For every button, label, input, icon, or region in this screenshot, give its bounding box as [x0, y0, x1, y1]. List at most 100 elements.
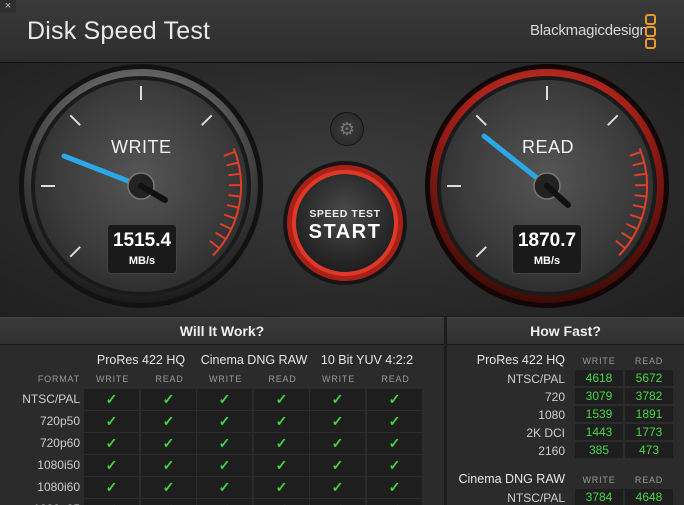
write-column-header: WRITE [582, 475, 616, 485]
read-column-header: READ [634, 356, 664, 366]
how-fast-table: ProRes 422 HQ WRITE READ NTSC/PAL 4618 5672 72… [447, 345, 684, 505]
settings-button[interactable]: ⚙ [330, 112, 364, 146]
check-icon: ✓ [310, 501, 365, 505]
read-column-header: READ [634, 475, 664, 485]
read-fps-cell: 5672 [625, 370, 673, 386]
check-icon: ✓ [388, 457, 401, 473]
table-cell: ✓ [367, 477, 422, 498]
table-cell: ✓ [197, 433, 252, 454]
table-cell: ✓ [254, 389, 309, 410]
read-fps-value: 4648 [635, 490, 663, 504]
check-icon: ✓ [218, 435, 231, 451]
format-label: 1080i50 [37, 458, 80, 472]
table-cell: ✓ [197, 499, 252, 505]
table-cell: ✓ [254, 433, 309, 454]
check-icon: ✓ [84, 501, 139, 505]
how-fast-format-label: 720 [544, 390, 565, 404]
how-fast-format-label: NTSC/PAL [507, 491, 565, 505]
table-cell: ✓ [141, 455, 196, 476]
write-fps-value: 3079 [585, 389, 613, 403]
write-fps-value: 385 [588, 443, 610, 457]
write-speed-unit: MB/s [128, 255, 156, 267]
table-cell: ✓ [84, 411, 139, 432]
write-fps-cell: 1443 [575, 424, 623, 440]
check-icon: ✓ [218, 413, 231, 429]
column-subheader: READ [155, 374, 184, 384]
check-icon: ✓ [162, 457, 175, 473]
format-label: NTSC/PAL [22, 392, 80, 406]
how-fast-title: How Fast? [447, 317, 684, 345]
check-icon: ✓ [275, 413, 288, 429]
check-icon: ✓ [331, 479, 344, 495]
table-cell: ✓ [84, 499, 139, 505]
table-cell: ✓ [367, 411, 422, 432]
table-cell: ✓ [310, 389, 365, 410]
table-cell: ✓ [310, 433, 365, 454]
table-cell: ✓ [84, 433, 139, 454]
format-label: 1080i60 [37, 480, 80, 494]
will-it-work-title: Will It Work? [0, 317, 444, 345]
check-icon: ✓ [162, 413, 175, 429]
write-fps-cell: 3784 [575, 489, 623, 505]
read-fps-cell: 473 [625, 442, 673, 458]
check-icon: ✓ [218, 479, 231, 495]
check-icon: ✓ [254, 501, 309, 505]
check-icon: ✓ [275, 435, 288, 451]
column-subheader: READ [268, 374, 297, 384]
table-cell: ✓ [141, 433, 196, 454]
write-fps-value: 3784 [585, 490, 613, 504]
check-icon: ✓ [162, 391, 175, 407]
gauge-redline-tick [634, 194, 647, 198]
will-it-work-panel: Will It Work? ProRes 422 HQ WRITE READ Cine… [0, 317, 444, 505]
how-fast-section-title: Cinema DNG RAW [458, 472, 566, 486]
check-icon: ✓ [388, 413, 401, 429]
column-subheader: READ [381, 374, 410, 384]
how-fast-panel: How Fast? ProRes 422 HQ WRITE READ NTSC/PAL… [447, 317, 684, 505]
table-cell: ✓ [84, 455, 139, 476]
write-fps-cell: 1539 [575, 406, 623, 422]
check-icon: ✓ [388, 391, 401, 407]
table-cell: ✓ [367, 389, 422, 410]
check-icon: ✓ [105, 391, 118, 407]
table-cell: ✓ [254, 455, 309, 476]
write-gauge-label: WRITE [111, 137, 172, 157]
write-fps-value: 1443 [585, 425, 613, 439]
start-button-label: START [308, 221, 382, 243]
write-fps-cell: 3079 [575, 388, 623, 404]
check-icon: ✓ [331, 413, 344, 429]
read-fps-cell: 1891 [625, 406, 673, 422]
table-cell: ✓ [310, 455, 365, 476]
table-cell: ✓ [197, 389, 252, 410]
check-icon: ✓ [388, 479, 401, 495]
check-icon: ✓ [105, 457, 118, 473]
check-icon: ✓ [105, 479, 118, 495]
read-fps-value: 5672 [635, 371, 663, 385]
table-cell: ✓ [254, 477, 309, 498]
table-cell: ✓ [197, 477, 252, 498]
check-icon: ✓ [388, 435, 401, 451]
check-icon: ✓ [105, 413, 118, 429]
column-group-header: Cinema DNG RAW [200, 353, 308, 367]
check-icon: ✓ [331, 435, 344, 451]
check-icon: ✓ [367, 501, 422, 505]
write-fps-cell: 4618 [575, 370, 623, 386]
read-fps-value: 3782 [635, 389, 663, 403]
table-cell: ✓ [367, 433, 422, 454]
how-fast-format-label: NTSC/PAL [507, 372, 565, 386]
check-icon: ✓ [275, 457, 288, 473]
will-it-work-table: ProRes 422 HQ WRITE READ Cinema DNG RAW WRIT… [0, 345, 444, 505]
format-column-header: FORMAT [37, 374, 80, 384]
check-icon: ✓ [275, 391, 288, 407]
write-fps-cell: 385 [575, 442, 623, 458]
how-fast-format-label: 2160 [538, 444, 565, 458]
write-speed-value: 1515.4 [112, 230, 172, 251]
table-cell: ✓ [254, 499, 309, 505]
table-cell: ✓ [254, 411, 309, 432]
table-cell: ✓ [141, 389, 196, 410]
gauge-redline-tick [228, 194, 241, 198]
column-subheader: WRITE [209, 374, 242, 384]
read-fps-cell: 1773 [625, 424, 673, 440]
close-button[interactable]: × [0, 0, 16, 13]
check-icon: ✓ [218, 391, 231, 407]
table-cell: ✓ [197, 411, 252, 432]
